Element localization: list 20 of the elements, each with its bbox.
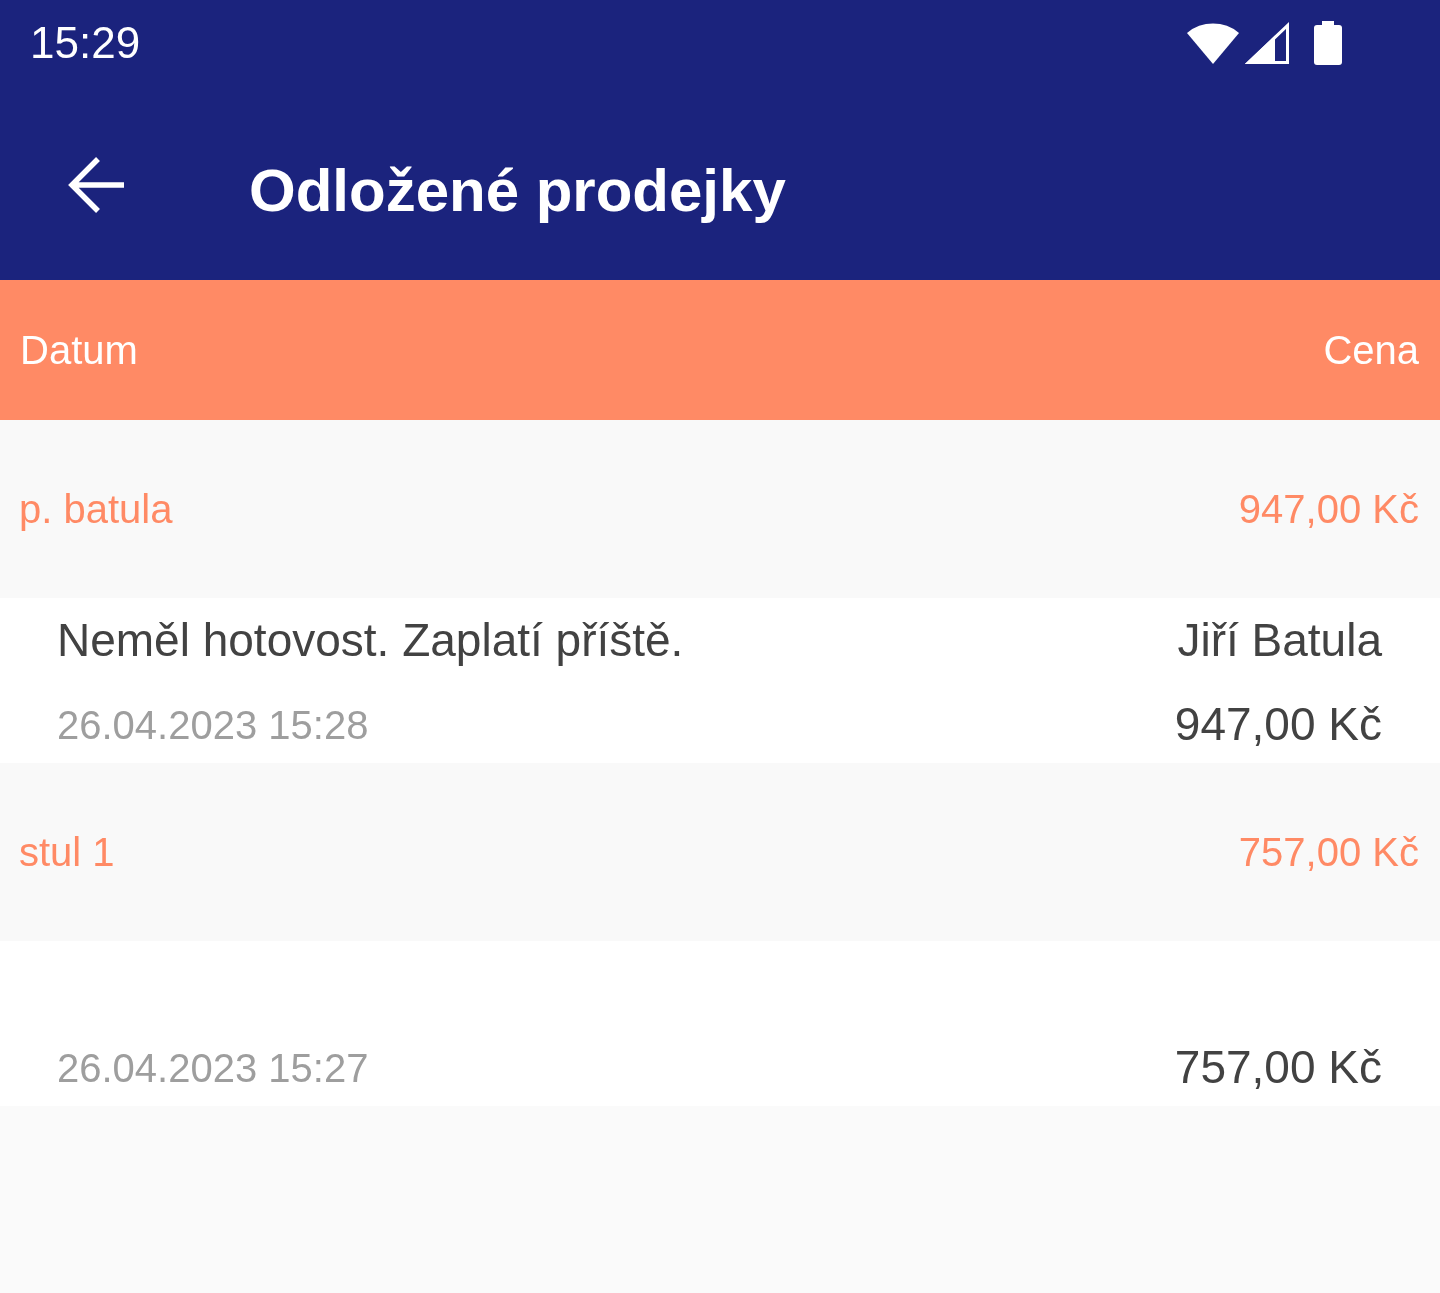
column-header: Cena — [1323, 327, 1419, 374]
receipt-date: 26.04.2023 15:28 — [57, 702, 369, 749]
signal-icon — [1245, 22, 1289, 64]
receipt-price: 947,00 Kč — [1174, 697, 1382, 753]
receipt-row[interactable]: Neměl hotovost. Zaplatí příště. Jiří Batula 26.04.2023 15:28 947,00 Kč — [0, 598, 1440, 763]
receipt-price: 757,00 Kč — [1174, 1040, 1382, 1096]
group-name: p. batula — [19, 486, 173, 533]
receipt-row[interactable]: 26.04.2023 15:27 757,00 Kč — [0, 941, 1440, 1106]
screen-title: Odložené prodejky — [249, 156, 786, 226]
customer-name: Jiří Batula — [1177, 613, 1382, 669]
receipt-date: 26.04.2023 15:27 — [57, 1045, 369, 1092]
group-name: stul 1 — [19, 829, 115, 876]
group-total: 757,00 Kč — [1238, 829, 1419, 876]
column-header: Datum — [20, 327, 138, 374]
status-time: 15:29 — [30, 21, 141, 65]
group-total: 947,00 Kč — [1238, 486, 1419, 533]
wifi-icon — [1187, 22, 1239, 64]
battery-icon — [1314, 21, 1342, 65]
back-arrow-icon — [68, 157, 124, 213]
receipt-note: Neměl hotovost. Zaplatí příště. — [57, 613, 684, 669]
